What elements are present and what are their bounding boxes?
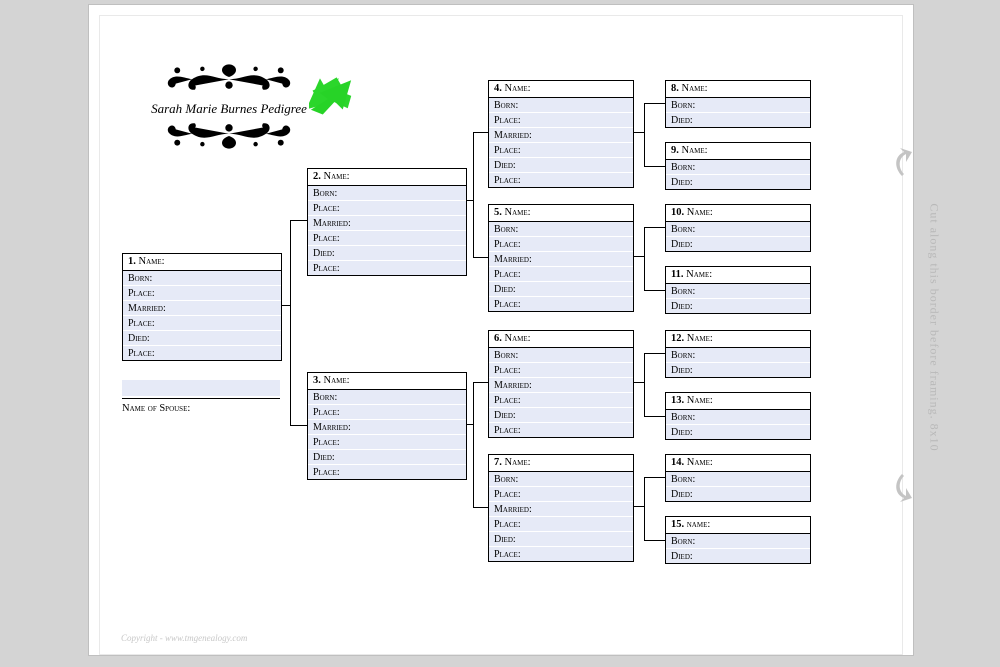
connector: [644, 103, 665, 167]
flourish-bottom-icon: [154, 119, 304, 153]
curl-arrow-icon: [892, 472, 912, 502]
person-box-11: 11. Name:Born:Died:: [665, 266, 811, 314]
spouse-label: Name of Spouse:: [122, 403, 190, 414]
field-place: Place:: [123, 286, 281, 301]
connector: [290, 220, 307, 426]
person-box-4: 4. Name: Born:Place:Married:Place:Died:P…: [488, 80, 634, 188]
connector: [644, 353, 665, 417]
connector: [644, 477, 665, 541]
title-block: Sarah Marie Burnes Pedigree: [124, 60, 334, 158]
person-box-9: 9. Name:Born:Died:: [665, 142, 811, 190]
connector: [634, 132, 644, 133]
divider: [122, 398, 280, 399]
field-place: Place:: [123, 316, 281, 331]
connector: [634, 506, 644, 507]
connector: [473, 132, 488, 258]
person-box-13: 13. Name:Born:Died:: [665, 392, 811, 440]
person-box-15: 15. name:Born:Died:: [665, 516, 811, 564]
green-arrow-icon: [309, 73, 353, 117]
person-box-7: 7. Name: Born:Place:Married:Place:Died:P…: [488, 454, 634, 562]
page-title: Sarah Marie Burnes Pedigree: [124, 101, 334, 117]
person-box-8: 8. Name:Born:Died:: [665, 80, 811, 128]
person-box-5: 5. Name: Born:Place:Married:Place:Died:P…: [488, 204, 634, 312]
person-box-6: 6. Name: Born:Place:Married:Place:Died:P…: [488, 330, 634, 438]
field-born: Born:: [123, 271, 281, 286]
connector: [644, 227, 665, 291]
copyright-text: Copyright - www.tmgenealogy.com: [121, 633, 247, 643]
connector: [634, 382, 644, 383]
field-place: Place:: [123, 346, 281, 360]
curl-arrow-icon: [892, 148, 912, 178]
page: Sarah Marie Burnes Pedigree: [88, 4, 914, 656]
person-box-1: 1. Name: Born: Place: Married: Place: Di…: [122, 253, 282, 361]
person-box-14: 14. Name:Born:Died:: [665, 454, 811, 502]
cut-instruction: Cut along this border before framing. 8x…: [926, 203, 941, 451]
person-box-12: 12. Name:Born:Died:: [665, 330, 811, 378]
field-died: Died:: [123, 331, 281, 346]
person-box-2: 2. Name: Born: Place: Married: Place: Di…: [307, 168, 467, 276]
field-married: Married:: [123, 301, 281, 316]
spouse-fill: [122, 380, 280, 396]
connector: [473, 382, 488, 508]
flourish-top-icon: [154, 60, 304, 94]
person-box-10: 10. Name:Born:Died:: [665, 204, 811, 252]
connector: [282, 305, 290, 306]
person-box-3: 3. Name: Born: Place: Married: Place: Di…: [307, 372, 467, 480]
connector: [634, 256, 644, 257]
